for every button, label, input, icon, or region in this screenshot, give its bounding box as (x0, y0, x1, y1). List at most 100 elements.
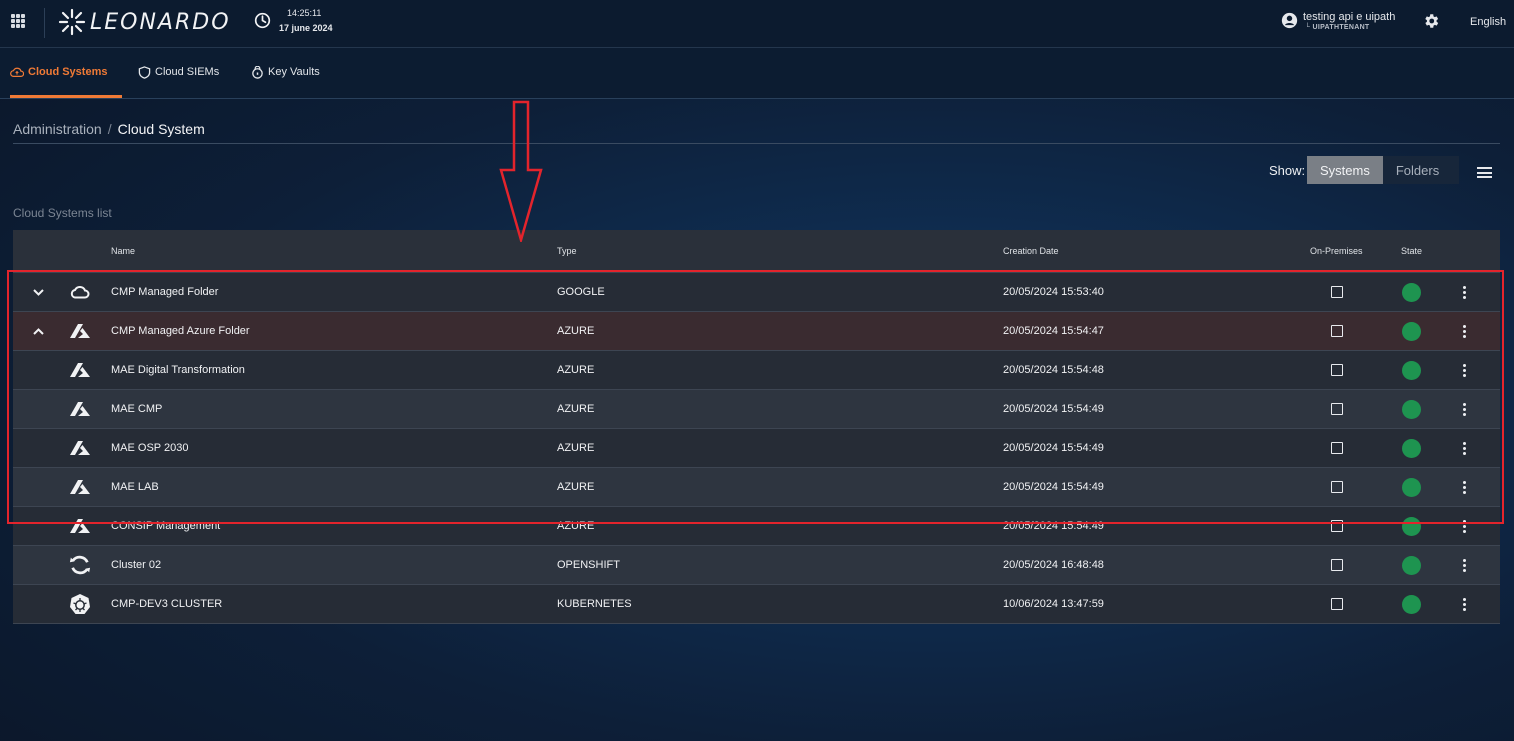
azure-icon (69, 468, 91, 506)
tab-key-vaults[interactable]: Key Vaults (251, 48, 320, 96)
table-row[interactable]: MAE Digital Transformation AZURE 20/05/202… (13, 350, 1500, 389)
row-name: MAE LAB (111, 481, 159, 493)
table-row[interactable]: MAE CMP AZURE 20/05/2024 15:54:49 (13, 389, 1500, 428)
on-premises-checkbox[interactable] (1331, 585, 1343, 623)
on-premises-checkbox[interactable] (1331, 468, 1343, 506)
row-name: CONSIP Management (111, 520, 221, 532)
shield-icon (138, 65, 151, 79)
azure-icon (69, 390, 91, 428)
table-row[interactable]: CONSIP Management AZURE 20/05/2024 15:54:4… (13, 506, 1500, 545)
table-row[interactable]: CMP Managed Azure Folder AZURE 20/05/2024 … (13, 311, 1500, 350)
column-header-on-premises[interactable]: On-Premises (1310, 246, 1363, 256)
row-type: AZURE (557, 325, 595, 337)
row-name: MAE CMP (111, 403, 163, 415)
azure-icon (69, 507, 91, 545)
on-premises-checkbox[interactable] (1331, 273, 1343, 311)
more-options-icon[interactable] (1463, 273, 1467, 311)
cloud-systems-table: Name Type Creation Date On-Premises Stat… (13, 230, 1500, 624)
row-name: CMP-DEV3 CLUSTER (111, 598, 223, 610)
on-premises-checkbox[interactable] (1331, 312, 1343, 350)
google-cloud-icon (69, 273, 91, 311)
row-type: OPENSHIFT (557, 559, 620, 571)
apps-grid-icon[interactable] (11, 14, 25, 28)
breadcrumb-separator: / (107, 121, 112, 137)
row-name: MAE Digital Transformation (111, 364, 245, 376)
cloud-upload-icon (10, 67, 24, 77)
column-header-creation-date[interactable]: Creation Date (1003, 246, 1059, 256)
language-selector[interactable]: English (1470, 16, 1506, 28)
more-options-icon[interactable] (1463, 585, 1467, 623)
state-indicator (1402, 507, 1421, 545)
row-creation-date: 20/05/2024 15:53:40 (1003, 286, 1104, 298)
gear-icon[interactable] (1422, 12, 1440, 30)
table-row[interactable]: MAE LAB AZURE 20/05/2024 15:54:49 (13, 467, 1500, 506)
user-name[interactable]: testing api e uipath (1303, 11, 1395, 23)
user-tenant: └ UIPATHTENANT (1305, 24, 1370, 31)
row-creation-date: 20/05/2024 15:54:49 (1003, 403, 1104, 415)
leonardo-logo[interactable]: LEONARDO (56, 7, 231, 37)
row-creation-date: 20/05/2024 16:48:48 (1003, 559, 1104, 571)
column-header-name[interactable]: Name (111, 246, 135, 256)
row-type: AZURE (557, 481, 595, 493)
openshift-icon (69, 546, 91, 584)
table-row[interactable]: MAE OSP 2030 AZURE 20/05/2024 15:54:49 (13, 428, 1500, 467)
current-date: 17 june 2024 (279, 23, 333, 33)
toggle-folders-button[interactable]: Folders (1382, 156, 1460, 184)
column-header-state[interactable]: State (1401, 246, 1422, 256)
tab-cloud-systems[interactable]: Cloud Systems (10, 48, 123, 98)
more-options-icon[interactable] (1463, 351, 1467, 389)
more-options-icon[interactable] (1463, 546, 1467, 584)
row-creation-date: 20/05/2024 15:54:49 (1003, 481, 1104, 493)
row-type: AZURE (557, 364, 595, 376)
row-name: CMP Managed Folder (111, 286, 219, 298)
table-body: CMP Managed Folder GOOGLE 20/05/2024 15:53… (13, 272, 1500, 624)
view-toggle: Systems Folders (1307, 156, 1460, 184)
more-options-icon[interactable] (1463, 468, 1467, 506)
on-premises-checkbox[interactable] (1331, 507, 1343, 545)
row-type: GOOGLE (557, 286, 605, 298)
more-options-icon[interactable] (1463, 429, 1467, 467)
state-indicator (1402, 429, 1421, 467)
tab-label: Cloud Systems (28, 65, 108, 78)
section-tabs: Cloud Systems Cloud SIEMs Key Vaults (0, 48, 1514, 99)
chevron-down-icon[interactable] (31, 273, 45, 311)
row-creation-date: 20/05/2024 15:54:47 (1003, 325, 1104, 337)
table-row[interactable]: Cluster 02 OPENSHIFT 20/05/2024 16:48:48 (13, 545, 1500, 584)
leonardo-star-icon (58, 8, 86, 36)
row-creation-date: 20/05/2024 15:54:49 (1003, 442, 1104, 454)
menu-icon[interactable] (1477, 167, 1492, 178)
more-options-icon[interactable] (1463, 312, 1467, 350)
breadcrumb: Administration / Cloud System (13, 121, 205, 137)
table-row[interactable]: CMP Managed Folder GOOGLE 20/05/2024 15:53… (13, 272, 1500, 311)
row-type: AZURE (557, 520, 595, 532)
on-premises-checkbox[interactable] (1331, 390, 1343, 428)
more-options-icon[interactable] (1463, 507, 1467, 545)
breadcrumb-current: Cloud System (117, 121, 205, 137)
state-indicator (1402, 351, 1421, 389)
tab-label: Key Vaults (268, 66, 320, 78)
row-type: KUBERNETES (557, 598, 632, 610)
tab-cloud-siems[interactable]: Cloud SIEMs (138, 48, 219, 96)
row-type: AZURE (557, 403, 595, 415)
more-options-icon[interactable] (1463, 390, 1467, 428)
state-indicator (1402, 546, 1421, 584)
on-premises-checkbox[interactable] (1331, 546, 1343, 584)
chevron-up-icon[interactable] (31, 312, 45, 350)
on-premises-checkbox[interactable] (1331, 351, 1343, 389)
user-account-icon[interactable] (1281, 12, 1298, 29)
column-header-type[interactable]: Type (557, 246, 577, 256)
divider (13, 143, 1500, 144)
breadcrumb-parent[interactable]: Administration (13, 121, 102, 137)
top-bar: LEONARDO 14:25:11 17 june 2024 testing a… (0, 0, 1514, 48)
toggle-systems-button[interactable]: Systems (1307, 156, 1383, 184)
kubernetes-icon (69, 585, 91, 623)
on-premises-checkbox[interactable] (1331, 429, 1343, 467)
table-row[interactable]: CMP-DEV3 CLUSTER KUBERNETES 10/06/2024 13:… (13, 584, 1500, 624)
row-creation-date: 20/05/2024 15:54:48 (1003, 364, 1104, 376)
annotation-down-arrow (499, 100, 543, 242)
azure-icon (69, 429, 91, 467)
row-name: MAE OSP 2030 (111, 442, 189, 454)
row-name: Cluster 02 (111, 559, 162, 571)
show-label: Show: (1269, 163, 1306, 178)
state-indicator (1402, 390, 1421, 428)
